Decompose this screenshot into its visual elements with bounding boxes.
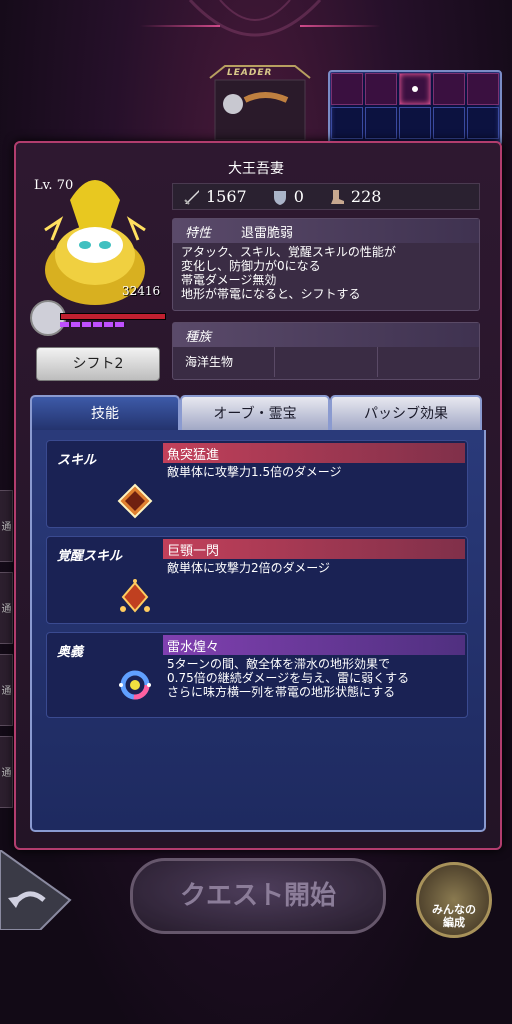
trait-box: 特性 退雷脆弱 アタック、スキル、覚醒スキルの性能が 変化し、防御力が0になる … [172, 218, 480, 311]
tab-orbs[interactable]: オーブ・霊宝 [180, 395, 330, 431]
tab-skills[interactable]: 技能 [30, 395, 180, 431]
skill-desc: 敵単体に攻撃力2倍のダメージ [167, 561, 331, 575]
community-formation-button[interactable]: みんなの 編成 [416, 862, 492, 938]
grid-cell[interactable] [399, 107, 431, 139]
level-label: Lv. 70 [34, 178, 74, 193]
skill-desc: 5ターンの間、敵全体を滞水の地形効果で 0.75倍の継続ダメージを与え、雷に弱く… [167, 657, 410, 699]
grid-cell[interactable] [467, 107, 499, 139]
trait-tag: 特性 [185, 225, 212, 241]
grid-cell[interactable] [365, 73, 397, 105]
back-arrow-icon[interactable] [0, 850, 80, 930]
divider [140, 25, 220, 27]
awaken-gem-icon [120, 579, 150, 613]
ornament-icon [188, 0, 322, 37]
charge-bar [60, 322, 126, 327]
skill-card[interactable]: スキル 魚突猛進 敵単体に攻撃力1.5倍のダメージ [46, 440, 468, 528]
speed-stat: 228 [328, 187, 381, 206]
tribe-box: 種族 海洋生物 [172, 322, 480, 380]
skill-card[interactable]: 覚醒スキル 巨顎一閃 敵単体に攻撃力2倍のダメージ [46, 536, 468, 624]
leader-slot[interactable]: LEADER [205, 60, 315, 141]
boot-icon [330, 189, 344, 204]
skill-name: 魚突猛進 [167, 448, 220, 463]
trait-description: アタック、スキル、覚醒スキルの性能が 変化し、防御力が0になる 帯電ダメージ無効… [181, 245, 396, 301]
grid-cell[interactable] [331, 107, 363, 139]
skill-type: 奥義 [57, 645, 84, 660]
tab-bar: 技能 オーブ・霊宝 パッシブ効果 [30, 395, 482, 431]
shield-icon [273, 190, 286, 205]
tribe-tag: 種族 [185, 329, 212, 345]
attack-stat: 1567 [183, 187, 247, 206]
skill-type: スキル [57, 453, 97, 468]
grid-cell[interactable] [433, 107, 465, 139]
formation-grid[interactable] [328, 70, 502, 146]
skill-name: 雷水煌々 [167, 640, 220, 655]
tribe-value [378, 347, 479, 377]
stats-bar: 1567 0 228 [172, 183, 480, 210]
quest-start-button[interactable]: クエスト開始 [130, 858, 386, 934]
sword-icon [184, 189, 199, 205]
diamond-gem-icon [117, 483, 153, 519]
tribe-value: 海洋生物 [173, 347, 276, 377]
trait-name: 退雷脆弱 [241, 225, 294, 241]
grid-cell[interactable] [365, 107, 397, 139]
side-tab-2[interactable]: 通 [0, 572, 13, 644]
hp-value: 32416 [122, 284, 161, 298]
side-tab-4[interactable]: 通 [0, 736, 13, 808]
grid-cell[interactable] [331, 73, 363, 105]
leader-label: LEADER [227, 68, 273, 78]
grid-cell[interactable] [433, 73, 465, 105]
grid-cell[interactable] [467, 73, 499, 105]
skill-desc: 敵単体に攻撃力1.5倍のダメージ [167, 465, 342, 479]
tab-passive[interactable]: パッシブ効果 [330, 395, 482, 431]
shift-button[interactable]: シフト2 [36, 347, 160, 381]
grid-cell-selected[interactable] [399, 73, 431, 105]
skills-panel: スキル 魚突猛進 敵単体に攻撃力1.5倍のダメージ 覚醒スキル 巨顎一閃 敵単体… [30, 430, 486, 832]
hp-bar [60, 313, 166, 320]
skill-name: 巨顎一閃 [167, 544, 220, 559]
side-tab-3[interactable]: 通 [0, 654, 13, 726]
tribe-value [275, 347, 378, 377]
defense-stat: 0 [271, 187, 304, 206]
skill-card[interactable]: 奥義 雷水煌々 5ターンの間、敵全体を滞水の地形効果で 0.75倍の継続ダメージ… [46, 632, 468, 718]
skill-type: 覚醒スキル [57, 549, 123, 564]
side-tab-1[interactable]: 通 [0, 490, 13, 562]
rainbow-orb-icon [119, 670, 151, 700]
divider [300, 25, 380, 27]
